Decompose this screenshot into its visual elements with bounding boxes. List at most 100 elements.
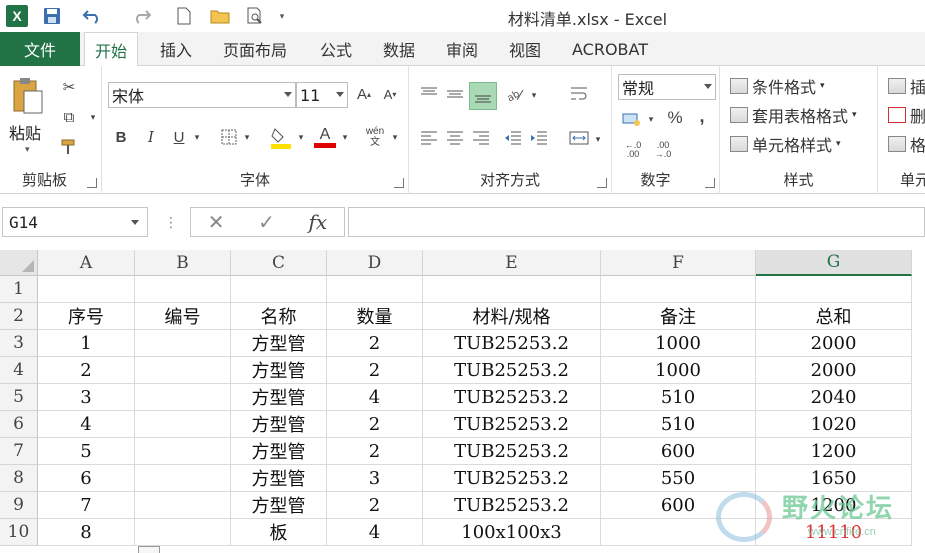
cell-b1[interactable]: [135, 276, 231, 303]
cell-c2[interactable]: 名称: [231, 303, 327, 330]
cell-f3[interactable]: 1000: [601, 330, 756, 357]
italic-button[interactable]: I: [140, 126, 162, 148]
paste-options-icon[interactable]: [138, 546, 160, 553]
font-size-combo[interactable]: 11: [296, 82, 348, 108]
fill-color-dropdown-icon[interactable]: ▾: [296, 130, 306, 144]
cell-e3[interactable]: TUB25253.2: [423, 330, 601, 357]
cell-g9[interactable]: 1200: [756, 492, 912, 519]
accounting-format-icon[interactable]: [620, 108, 644, 130]
copy-icon[interactable]: ⧉: [58, 106, 80, 128]
font-launcher-icon[interactable]: [394, 178, 404, 188]
fill-color-icon[interactable]: [268, 124, 294, 150]
increase-indent-icon[interactable]: [527, 126, 551, 150]
cell-a2[interactable]: 序号: [38, 303, 135, 330]
decrease-decimal-button[interactable]: .00 →.0: [650, 138, 676, 162]
underline-button[interactable]: U: [168, 126, 190, 148]
cell-a7[interactable]: 5: [38, 438, 135, 465]
column-header-a[interactable]: A: [38, 250, 135, 276]
align-right-icon[interactable]: [469, 126, 493, 150]
bold-button[interactable]: B: [110, 126, 132, 148]
column-header-b[interactable]: B: [135, 250, 231, 276]
formula-input[interactable]: [348, 207, 925, 237]
row-header-2[interactable]: 2: [0, 303, 38, 330]
cell-styles-button[interactable]: 单元格样式 ▾: [730, 132, 841, 156]
tab-view[interactable]: 视图: [509, 32, 541, 66]
row-header-6[interactable]: 6: [0, 411, 38, 438]
grow-font-icon[interactable]: A ▴: [354, 84, 374, 104]
cell-f5[interactable]: 510: [601, 384, 756, 411]
align-bottom-icon[interactable]: [469, 82, 497, 110]
cell-a10[interactable]: 8: [38, 519, 135, 546]
conditional-formatting-button[interactable]: 条件格式 ▾: [730, 74, 825, 98]
phonetic-guide-icon[interactable]: wén 文: [362, 124, 388, 150]
cell-e4[interactable]: TUB25253.2: [423, 357, 601, 384]
tab-home[interactable]: 开始: [84, 32, 139, 67]
cell-c9[interactable]: 方型管: [231, 492, 327, 519]
row-header-5[interactable]: 5: [0, 384, 38, 411]
wrap-text-icon[interactable]: [567, 82, 591, 106]
row-header-3[interactable]: 3: [0, 330, 38, 357]
column-header-g[interactable]: G: [756, 250, 912, 276]
cell-f2[interactable]: 备注: [601, 303, 756, 330]
cell-g3[interactable]: 2000: [756, 330, 912, 357]
cell-a4[interactable]: 2: [38, 357, 135, 384]
row-header-10[interactable]: 10: [0, 519, 38, 546]
insert-function-icon[interactable]: fx: [309, 210, 328, 234]
cell-a5[interactable]: 3: [38, 384, 135, 411]
cell-d1[interactable]: [327, 276, 423, 303]
tab-data[interactable]: 数据: [383, 32, 415, 66]
align-left-icon[interactable]: [417, 126, 441, 150]
font-name-combo[interactable]: 宋体: [108, 82, 296, 108]
merge-center-icon[interactable]: [567, 126, 591, 150]
cell-c4[interactable]: 方型管: [231, 357, 327, 384]
cell-a1[interactable]: [38, 276, 135, 303]
cell-b4[interactable]: [135, 357, 231, 384]
number-launcher-icon[interactable]: [705, 178, 715, 188]
cell-e8[interactable]: TUB25253.2: [423, 465, 601, 492]
cell-g7[interactable]: 1200: [756, 438, 912, 465]
cell-g5[interactable]: 2040: [756, 384, 912, 411]
align-middle-icon[interactable]: [443, 82, 467, 106]
column-header-c[interactable]: C: [231, 250, 327, 276]
cell-e9[interactable]: TUB25253.2: [423, 492, 601, 519]
cell-d7[interactable]: 2: [327, 438, 423, 465]
orientation-icon[interactable]: ab: [503, 82, 527, 106]
cell-d2[interactable]: 数量: [327, 303, 423, 330]
cell-b3[interactable]: [135, 330, 231, 357]
tab-formulas[interactable]: 公式: [320, 32, 352, 66]
cell-b9[interactable]: [135, 492, 231, 519]
cell-g4[interactable]: 2000: [756, 357, 912, 384]
format-as-table-button[interactable]: 套用表格格式 ▾: [730, 103, 857, 127]
cell-d8[interactable]: 3: [327, 465, 423, 492]
row-header-4[interactable]: 4: [0, 357, 38, 384]
cell-f4[interactable]: 1000: [601, 357, 756, 384]
cell-g2[interactable]: 总和: [756, 303, 912, 330]
cell-c10[interactable]: 板: [231, 519, 327, 546]
paste-button[interactable]: 粘贴: [9, 120, 41, 144]
tab-review[interactable]: 审阅: [446, 32, 478, 66]
cancel-icon[interactable]: ✕: [208, 210, 225, 235]
paste-icon[interactable]: [10, 76, 46, 116]
cell-f6[interactable]: 510: [601, 411, 756, 438]
cell-d10[interactable]: 4: [327, 519, 423, 546]
alignment-launcher-icon[interactable]: [597, 178, 607, 188]
font-color-icon[interactable]: A: [312, 124, 338, 150]
clipboard-launcher-icon[interactable]: [87, 178, 97, 188]
cell-b5[interactable]: [135, 384, 231, 411]
align-top-icon[interactable]: [417, 82, 441, 106]
cell-b10[interactable]: [135, 519, 231, 546]
cell-c5[interactable]: 方型管: [231, 384, 327, 411]
cell-c7[interactable]: 方型管: [231, 438, 327, 465]
paste-dropdown-icon[interactable]: ▾: [25, 144, 30, 155]
cell-d4[interactable]: 2: [327, 357, 423, 384]
cell-e1[interactable]: [423, 276, 601, 303]
decrease-indent-icon[interactable]: [501, 126, 525, 150]
cell-e7[interactable]: TUB25253.2: [423, 438, 601, 465]
cell-e6[interactable]: TUB25253.2: [423, 411, 601, 438]
number-format-combo[interactable]: 常规: [618, 74, 716, 100]
shrink-font-icon[interactable]: A ▾: [380, 84, 400, 104]
cell-d3[interactable]: 2: [327, 330, 423, 357]
cell-g6[interactable]: 1020: [756, 411, 912, 438]
orientation-dropdown-icon[interactable]: ▾: [529, 88, 539, 102]
comma-style-button[interactable]: ,: [692, 104, 712, 128]
